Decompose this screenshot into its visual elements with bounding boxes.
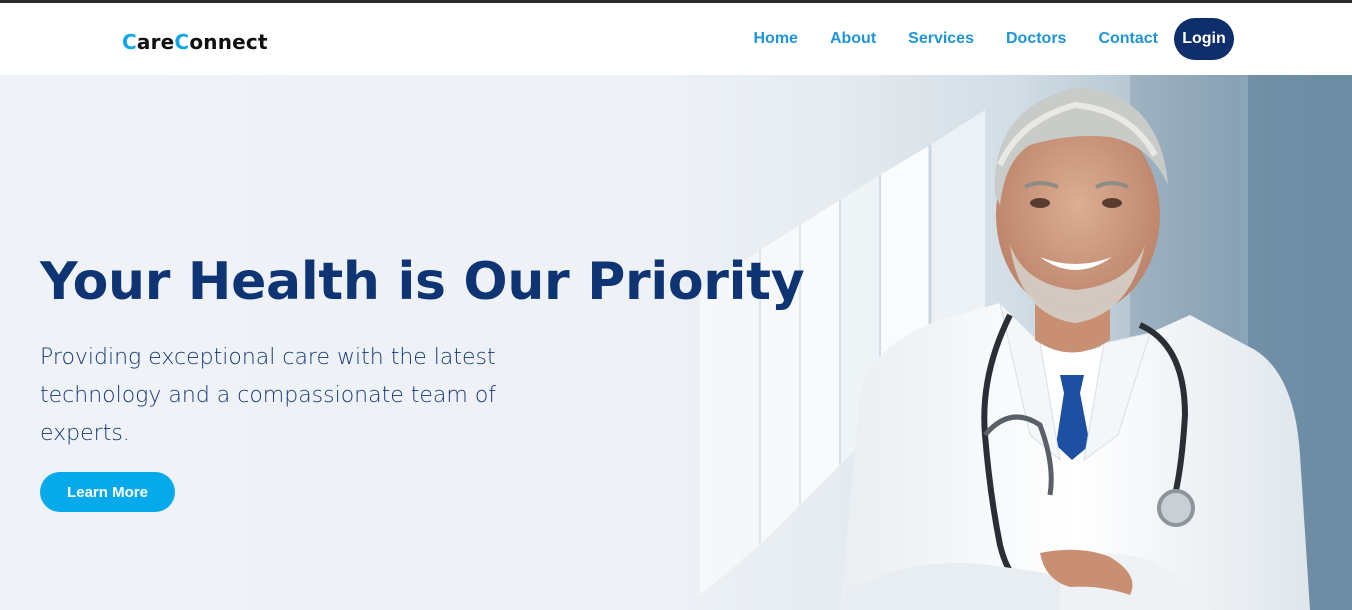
hero-subtitle: Providing exceptional care with the late… [40, 345, 497, 446]
logo-text-are: are [136, 30, 175, 54]
login-button[interactable]: Login [1174, 18, 1234, 60]
brand-logo[interactable]: CareConnect [122, 30, 268, 54]
logo-text-onnect: onnect [189, 30, 268, 54]
nav-contact-link[interactable]: Contact [1098, 30, 1158, 48]
navbar: CareConnect Home About Services Doctors … [0, 3, 1352, 75]
logo-letter-c2: C [174, 30, 190, 54]
nav-doctors-link[interactable]: Doctors [1006, 30, 1066, 48]
hero-section: Your Health is Our Priority Providing ex… [0, 75, 1352, 610]
nav-about-link[interactable]: About [830, 30, 876, 48]
hero-title: Your Health is Our Priority [40, 252, 805, 312]
learn-more-button[interactable]: Learn More [40, 472, 175, 512]
logo-letter-c1: C [122, 30, 137, 54]
nav-services-link[interactable]: Services [908, 30, 974, 48]
main-nav: Home About Services Doctors Contact Logi… [753, 18, 1234, 60]
nav-home-link[interactable]: Home [753, 30, 797, 48]
